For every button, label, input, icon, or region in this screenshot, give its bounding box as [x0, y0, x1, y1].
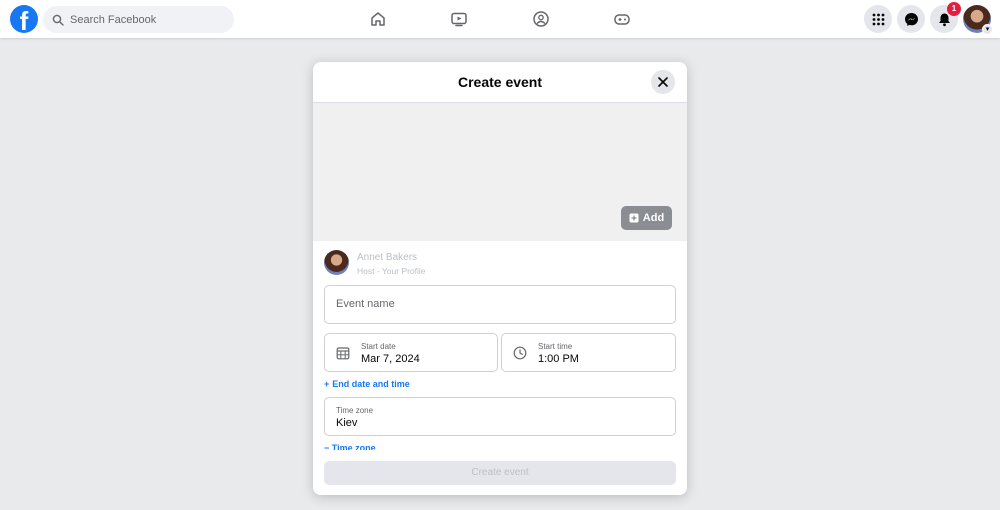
menu-button[interactable]	[864, 5, 892, 33]
add-photo-icon	[629, 213, 639, 223]
event-name-input[interactable]	[336, 298, 656, 310]
timezone-value: Kiev	[336, 417, 358, 429]
host-name: Annet Bakers	[357, 252, 418, 263]
groups-icon[interactable]	[531, 9, 551, 29]
dialog-footer: Create event	[313, 451, 687, 495]
messenger-button[interactable]	[897, 5, 925, 33]
dialog-header: Create event	[313, 62, 687, 103]
home-icon[interactable]	[368, 9, 388, 29]
timezone-label: Time zone	[336, 406, 374, 415]
end-date-time-label: End date and time	[332, 379, 410, 389]
calendar-icon	[336, 347, 350, 360]
facebook-logo[interactable]: f	[10, 5, 38, 33]
menu-grid-icon	[872, 13, 884, 25]
host-subtitle: Host - Your Profile	[357, 266, 426, 276]
end-date-time-link[interactable]: + End date and time	[324, 379, 410, 389]
search-input[interactable]	[70, 13, 220, 26]
create-event-button[interactable]: Create event	[324, 461, 676, 485]
host-avatar	[324, 250, 349, 275]
clock-icon	[513, 346, 527, 360]
timezone-toggle-link[interactable]: − Time zone	[324, 443, 376, 450]
add-cover-button[interactable]: Add	[621, 206, 672, 230]
start-date-label: Start date	[361, 342, 396, 351]
close-button[interactable]	[651, 70, 675, 94]
dialog-title: Create event	[457, 74, 543, 90]
start-date-field[interactable]: Start date Mar 7, 2024	[324, 333, 498, 372]
event-name-field[interactable]	[324, 285, 676, 324]
search-box[interactable]	[43, 6, 234, 33]
gaming-icon[interactable]	[612, 9, 632, 29]
timezone-field[interactable]: Time zone Kiev	[324, 397, 676, 436]
start-date-value: Mar 7, 2024	[361, 353, 420, 365]
plus-icon: +	[324, 379, 330, 389]
add-cover-label: Add	[642, 212, 665, 224]
start-time-value: 1:00 PM	[538, 353, 579, 365]
messenger-icon	[904, 12, 918, 26]
watch-icon[interactable]	[449, 9, 469, 29]
close-icon	[658, 77, 668, 87]
top-navigation-bar: f 1 ▾	[0, 0, 1000, 38]
chevron-down-icon[interactable]: ▾	[982, 24, 993, 35]
create-event-dialog: Create event Add Annet Bakers Host - You…	[313, 62, 687, 495]
cover-photo-area: Add	[313, 103, 687, 241]
search-icon	[52, 14, 64, 26]
notification-badge: 1	[947, 2, 961, 16]
start-time-field[interactable]: Start time 1:00 PM	[501, 333, 676, 372]
start-time-label: Start time	[538, 342, 573, 351]
